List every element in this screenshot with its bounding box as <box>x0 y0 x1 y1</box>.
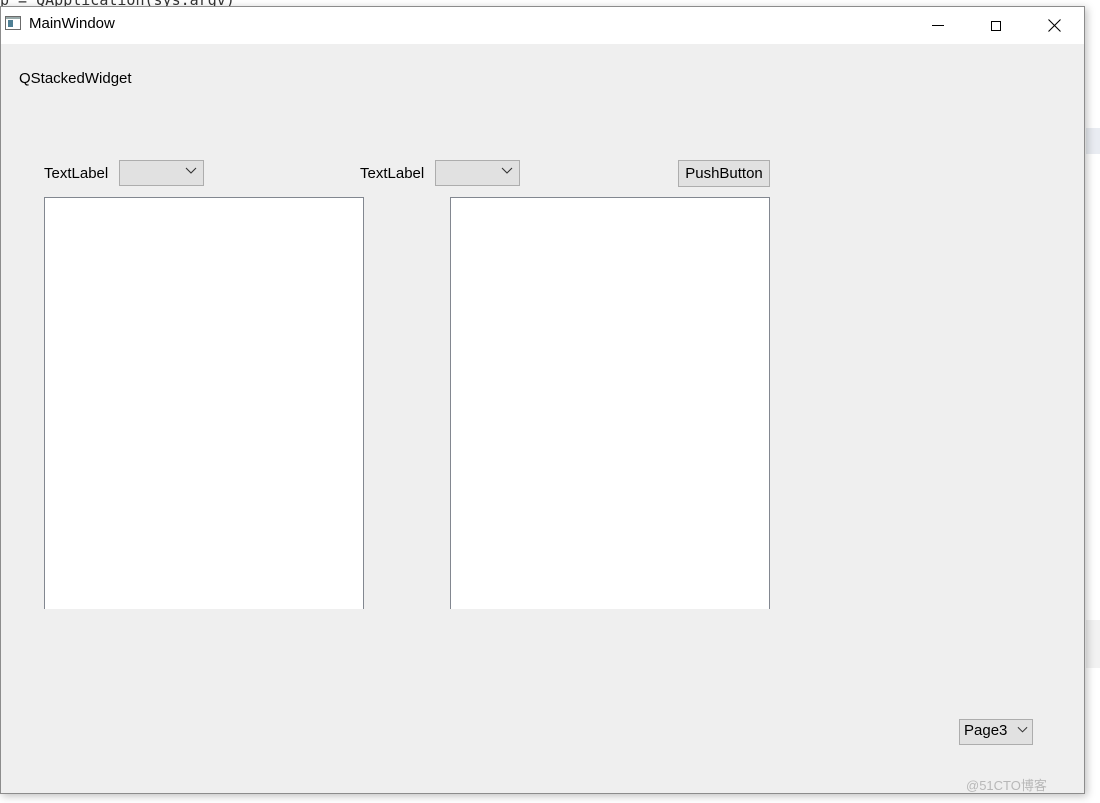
chevron-down-icon <box>185 167 197 174</box>
left-list-widget[interactable] <box>44 197 364 609</box>
app-icon <box>5 16 21 30</box>
title-bar[interactable]: MainWindow <box>1 7 1084 44</box>
chevron-down-icon <box>501 167 513 174</box>
maximize-icon <box>991 20 1001 31</box>
right-text-label: TextLabel <box>360 165 425 182</box>
chevron-down-icon <box>1017 726 1028 733</box>
window-title: MainWindow <box>29 15 115 32</box>
page-combo-box[interactable]: Page3 <box>959 719 1033 745</box>
watermark: @51CTO博客 <box>966 778 1047 793</box>
push-button[interactable]: PushButton <box>678 160 770 187</box>
background-strip <box>1086 620 1100 668</box>
stacked-widget-label: QStackedWidget <box>19 70 132 87</box>
maximize-button[interactable] <box>967 7 1025 44</box>
background-strip <box>1086 128 1100 154</box>
minimize-icon <box>932 25 944 26</box>
main-window: MainWindow QStackedWidget TextLabel Text… <box>0 6 1085 794</box>
right-combo-box[interactable] <box>435 160 520 186</box>
close-button[interactable] <box>1025 7 1083 44</box>
right-list-widget[interactable] <box>450 197 770 609</box>
close-icon <box>1047 19 1061 32</box>
minimize-button[interactable] <box>909 7 967 44</box>
left-combo-box[interactable] <box>119 160 204 186</box>
page-combo-value: Page3 <box>964 722 1008 739</box>
left-text-label: TextLabel <box>44 165 109 182</box>
